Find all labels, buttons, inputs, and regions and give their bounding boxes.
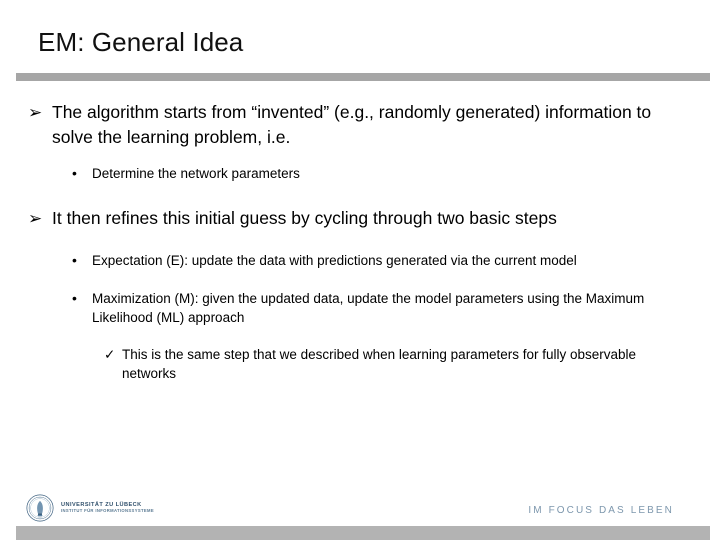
arrow-bullet-icon: ➢ — [28, 209, 43, 228]
bullet-text: This is the same step that we described … — [122, 347, 637, 381]
slide: EM: General Idea ➢ The algorithm starts … — [0, 0, 720, 540]
dot-bullet-icon: • — [72, 252, 77, 268]
dot-bullet-icon: • — [72, 290, 77, 306]
title-divider — [16, 73, 710, 81]
footer-divider — [16, 526, 710, 540]
title-area: EM: General Idea — [38, 26, 678, 66]
bullet-level3: ✓ This is the same step that we describe… — [0, 345, 720, 383]
dot-bullet-icon: • — [72, 165, 77, 181]
bullet-text: Maximization (M): given the updated data… — [92, 291, 645, 325]
bullet-level2: • Maximization (M): given the updated da… — [0, 289, 720, 327]
bullet-level2: • Expectation (E): update the data with … — [0, 251, 720, 270]
university-logo: UNIVERSITÄT ZU LÜBECK INSTITUT FÜR INFOR… — [26, 494, 154, 522]
bullet-level1: ➢ It then refines this initial guess by … — [0, 206, 720, 231]
check-bullet-icon: ✓ — [104, 347, 116, 362]
bullet-level1: ➢ The algorithm starts from “invented” (… — [0, 100, 720, 150]
bullet-text: Determine the network parameters — [92, 166, 300, 181]
page-title: EM: General Idea — [38, 27, 244, 57]
arrow-bullet-icon: ➢ — [28, 103, 43, 122]
slide-footer: UNIVERSITÄT ZU LÜBECK INSTITUT FÜR INFOR… — [0, 484, 720, 540]
university-logo-text: UNIVERSITÄT ZU LÜBECK INSTITUT FÜR INFOR… — [61, 502, 154, 514]
bullet-level2: • Determine the network parameters — [0, 164, 720, 183]
university-seal-icon — [26, 494, 54, 522]
bullet-text: The algorithm starts from “invented” (e.… — [52, 102, 652, 147]
bullet-text: It then refines this initial guess by cy… — [52, 208, 557, 228]
slide-body: ➢ The algorithm starts from “invented” (… — [0, 100, 720, 383]
bullet-text: Expectation (E): update the data with pr… — [92, 253, 577, 268]
institute-name: INSTITUT FÜR INFORMATIONSSYSTEME — [61, 508, 155, 514]
tagline: IM FOCUS DAS LEBEN — [528, 505, 674, 516]
